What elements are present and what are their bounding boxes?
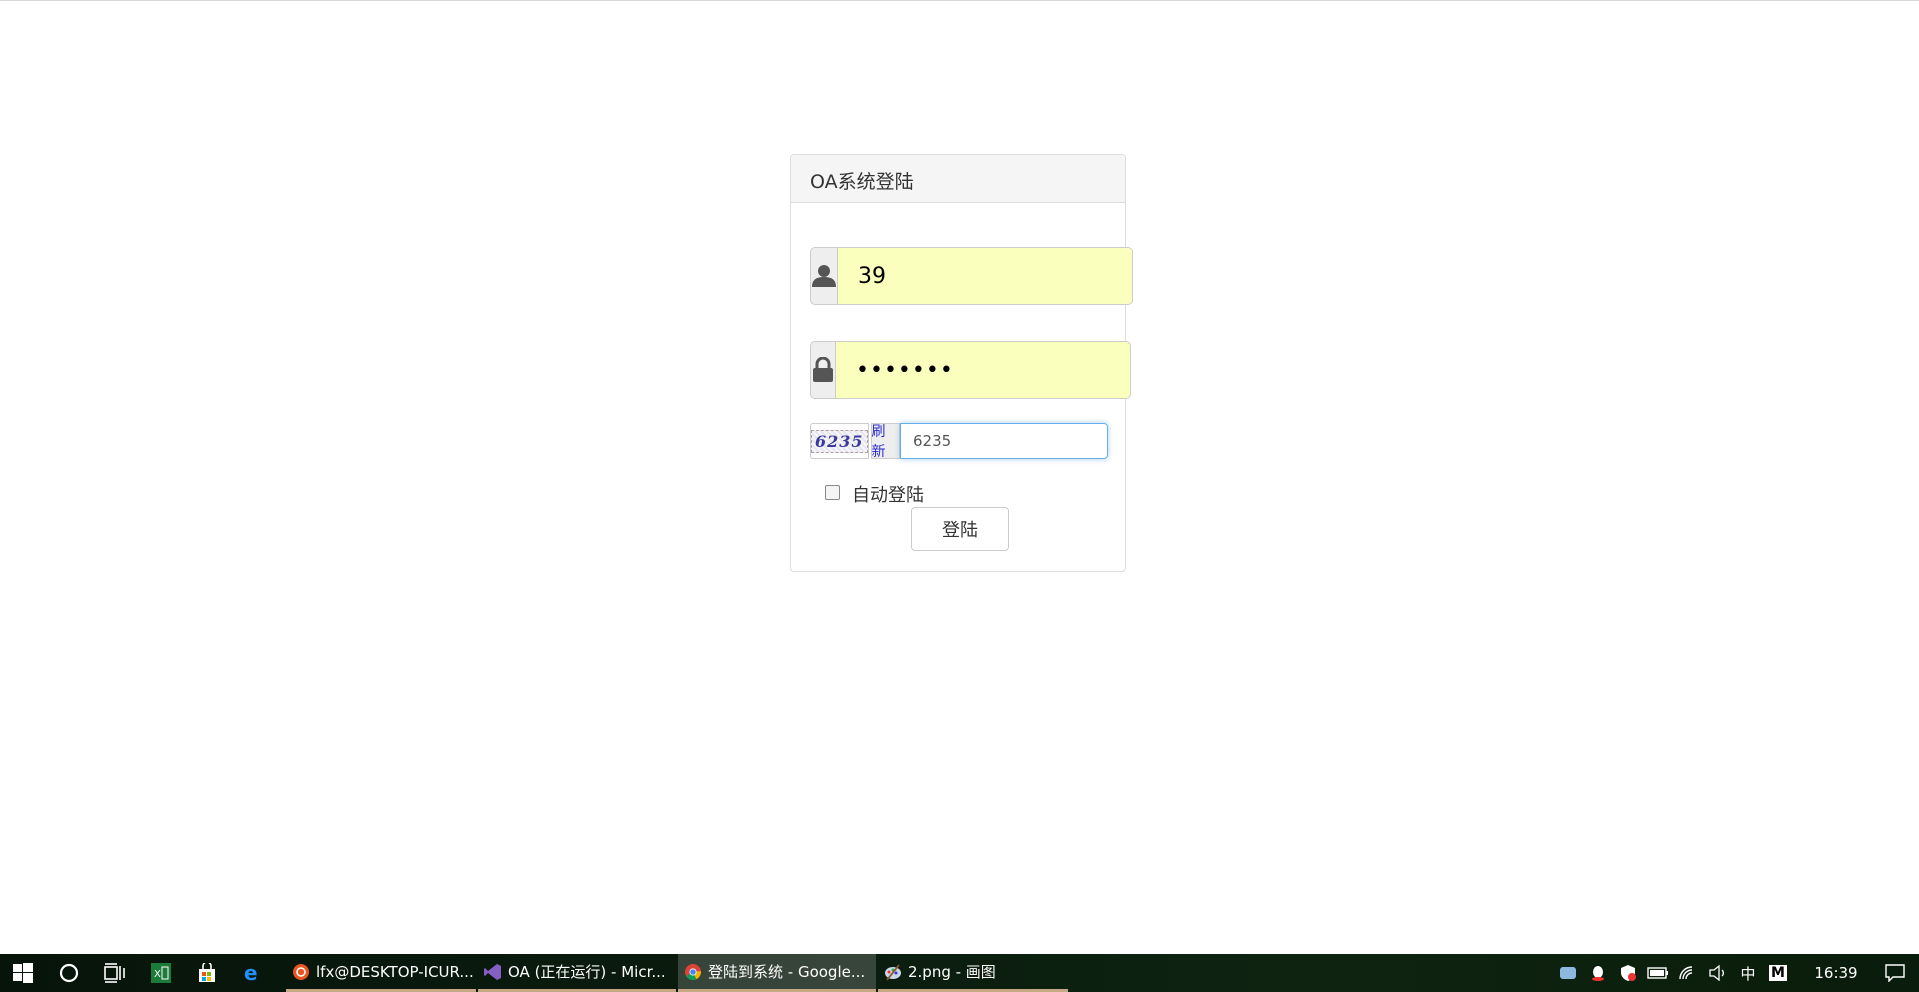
auto-login-checkbox[interactable] [825, 484, 840, 500]
username-group [810, 247, 1133, 305]
taskbar-app-chrome[interactable]: 登陆到系统 - Google... [678, 954, 876, 992]
volume-icon[interactable] [1703, 954, 1733, 992]
user-icon [810, 247, 837, 305]
taskbar-app-paint[interactable]: 2.png - 画图 [878, 954, 1068, 992]
action-center-icon[interactable] [1871, 954, 1919, 992]
username-input[interactable] [837, 247, 1133, 305]
auto-login-label: 自动登陆 [852, 485, 924, 506]
login-panel: OA系统登陆 6235 刷新 自动登陆 登陆 [790, 154, 1133, 572]
captcha-row: 6235 刷新 [810, 423, 1108, 461]
taskbar-app-label: lfx@DESKTOP-ICUR... [316, 962, 474, 981]
store-icon[interactable] [184, 954, 230, 992]
taskbar-app-label: OA (正在运行) - Micr... [508, 963, 666, 981]
cortana-icon[interactable] [46, 954, 92, 992]
password-group [810, 341, 1131, 399]
top-divider [0, 0, 1919, 1]
taskbar-app-label: 2.png - 画图 [908, 963, 996, 981]
ime-mode-label: M [1769, 965, 1787, 981]
captcha-input[interactable] [900, 423, 1108, 459]
excel-icon[interactable]: X [138, 954, 184, 992]
clock[interactable]: 16:39 [1801, 964, 1871, 982]
ime-indicator[interactable]: 中 [1733, 954, 1763, 992]
edge-icon[interactable]: e [230, 954, 276, 992]
windows-start-icon[interactable] [0, 954, 46, 992]
captcha-code: 6235 [811, 429, 868, 453]
lock-icon [810, 341, 835, 399]
svg-text:e: e [244, 963, 258, 983]
refresh-captcha-button[interactable]: 刷新 [870, 423, 900, 460]
captcha-image[interactable]: 6235 [810, 423, 869, 459]
system-tray: 中 M 16:39 [1553, 954, 1919, 992]
taskbar: X e lfx@DESKTOP-ICUR... OA (正在运行) - Micr… [0, 954, 1919, 992]
login-button[interactable]: 登陆 [911, 507, 1009, 551]
auto-login-option[interactable]: 自动登陆 [825, 481, 924, 507]
ubuntu-icon [292, 963, 310, 981]
visual-studio-icon [484, 963, 502, 981]
chrome-icon [684, 963, 702, 981]
taskbar-app-visual-studio[interactable]: OA (正在运行) - Micr... [478, 954, 676, 992]
wifi-icon[interactable] [1673, 954, 1703, 992]
qq-icon[interactable] [1583, 954, 1613, 992]
task-view-icon[interactable] [92, 954, 138, 992]
security-shield-icon[interactable] [1613, 954, 1643, 992]
password-input[interactable] [835, 341, 1131, 399]
taskbar-app-label: 登陆到系统 - Google... [708, 963, 866, 981]
ime-mode-indicator[interactable]: M [1763, 954, 1793, 992]
battery-icon[interactable] [1643, 954, 1673, 992]
panel-title: OA系统登陆 [791, 155, 1125, 203]
taskbar-app-terminal[interactable]: lfx@DESKTOP-ICUR... [286, 954, 476, 992]
onedrive-icon[interactable] [1553, 954, 1583, 992]
paint-icon [884, 963, 902, 981]
svg-text:X: X [154, 969, 161, 980]
